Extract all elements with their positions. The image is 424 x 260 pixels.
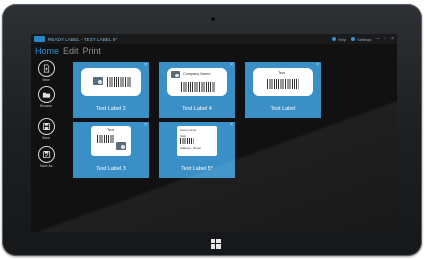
close-icon[interactable]: ×	[391, 36, 394, 42]
maximize-icon[interactable]: ▫	[384, 36, 386, 42]
save-as-button[interactable]: Save As	[37, 146, 55, 168]
label-card-text: Text	[107, 128, 114, 132]
windows-logo-icon[interactable]	[211, 239, 221, 249]
logo-icon	[171, 71, 180, 78]
logo-icon	[93, 77, 103, 85]
label-tile[interactable]: × Test Label 2	[73, 62, 149, 118]
folder-icon	[37, 86, 55, 103]
label-name: Test Label 4	[182, 106, 212, 112]
label-name: Test Label	[270, 106, 296, 112]
label-tile[interactable]: × Company Name Test Label 4	[159, 62, 235, 118]
tablet-frame: READY LABEL - TEST LABEL 5* Help Setting…	[2, 4, 422, 256]
new-button[interactable]: New	[37, 60, 55, 82]
label-name: Test Label 5*	[181, 166, 213, 172]
label-card-text: Text	[278, 71, 285, 75]
logo-icon	[116, 142, 126, 150]
close-icon[interactable]: ×	[144, 123, 147, 128]
label-name: Test Label 3	[96, 166, 126, 172]
label-tile[interactable]: × Text Test Label 3	[73, 122, 149, 178]
help-button[interactable]: Help	[331, 36, 347, 42]
settings-button[interactable]: Settings	[351, 36, 372, 42]
save-label: Save	[42, 136, 50, 140]
label-tile[interactable]: × Text Test Label	[245, 62, 321, 118]
app-screen: READY LABEL - TEST LABEL 5* Help Setting…	[31, 34, 397, 232]
new-document-icon	[37, 60, 55, 77]
label-preview: Company Name	[167, 68, 227, 96]
close-icon[interactable]: ×	[144, 63, 147, 68]
settings-label: Settings	[357, 36, 372, 42]
barcode	[267, 79, 299, 89]
browse-button[interactable]: Browse	[37, 86, 55, 108]
settings-icon	[351, 37, 356, 41]
close-icon[interactable]: ×	[316, 63, 319, 68]
label-preview: Text	[253, 68, 313, 96]
tab-home[interactable]: Home	[35, 46, 59, 56]
app-logo-icon	[34, 36, 45, 42]
new-label: New	[42, 78, 50, 82]
barcode	[107, 77, 131, 87]
label-tile[interactable]: × Some name Vest Address Name Test Label…	[159, 122, 235, 178]
label-card-text: Name	[193, 146, 202, 150]
title-bar: READY LABEL - TEST LABEL 5* Help Setting…	[31, 34, 397, 44]
title-bar-actions: Help Settings – ▫ ×	[331, 36, 394, 42]
label-name: Test Label 2	[96, 106, 126, 112]
barcode	[181, 82, 215, 92]
barcode	[180, 138, 194, 144]
help-label: Help	[337, 36, 347, 42]
label-preview: Some name Vest Address Name	[177, 126, 217, 156]
browse-label: Browse	[40, 104, 52, 108]
close-icon[interactable]: ×	[230, 63, 233, 68]
save-as-label: Save As	[39, 164, 53, 168]
save-icon	[37, 118, 55, 135]
barcode	[97, 135, 115, 143]
label-preview: Text	[91, 126, 131, 156]
minimize-icon[interactable]: –	[377, 36, 380, 42]
save-button[interactable]: Save	[37, 118, 55, 140]
camera-icon	[211, 17, 215, 21]
save-as-icon	[37, 146, 55, 163]
tab-edit[interactable]: Edit	[63, 46, 79, 56]
main-tabs: Home Edit Print	[35, 46, 101, 56]
tab-print[interactable]: Print	[83, 46, 102, 56]
label-card-text: Some name	[180, 128, 197, 132]
label-preview	[81, 68, 141, 96]
close-icon[interactable]: ×	[230, 123, 233, 128]
label-card-text: Company Name	[183, 72, 211, 76]
help-icon	[331, 37, 336, 41]
window-title: READY LABEL - TEST LABEL 5*	[48, 36, 118, 42]
label-card-text: Address	[180, 146, 192, 150]
